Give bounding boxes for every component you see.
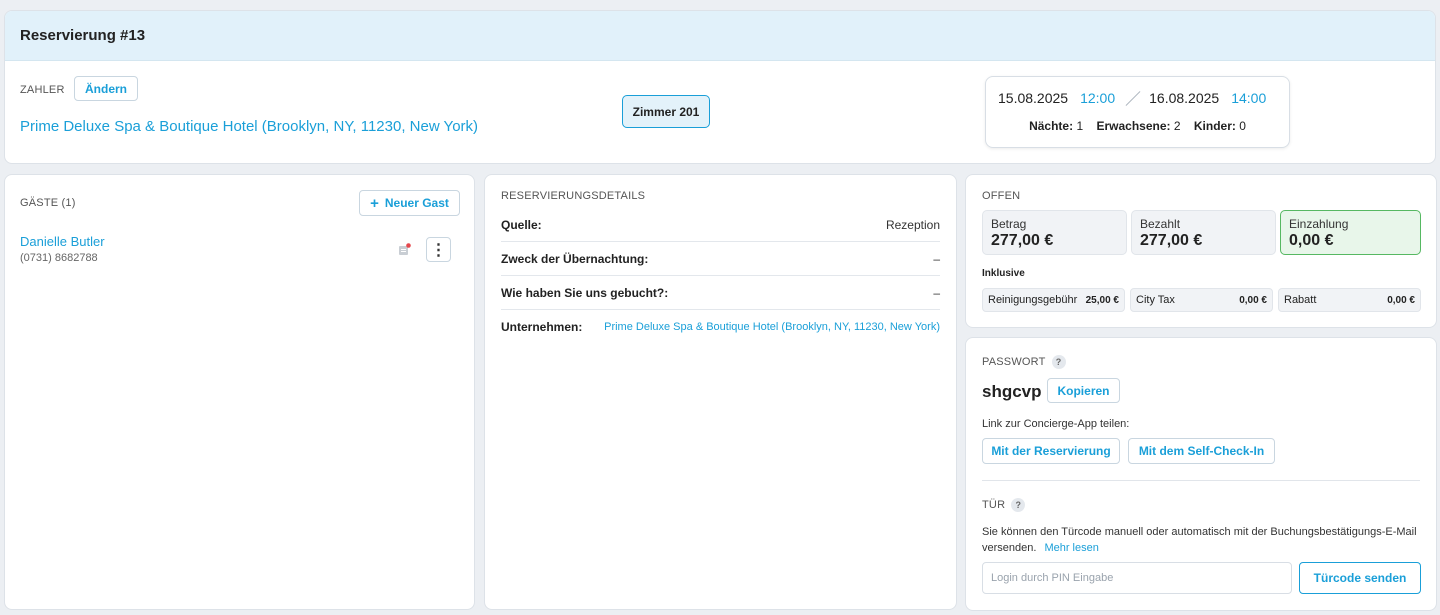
company-link[interactable]: Prime Deluxe Spa & Boutique Hotel (Brook…	[604, 321, 940, 333]
amount-label: Betrag	[991, 217, 1027, 231]
adults-value: 2	[1173, 119, 1181, 133]
children-label: Kinder:	[1193, 119, 1236, 133]
deposit-value: 0,00 €	[1289, 232, 1334, 249]
door-description: Sie können den Türcode manuell oder auto…	[982, 524, 1422, 556]
adults-label: Erwachsene:	[1096, 119, 1171, 133]
detail-row-purpose: Zweck der Übernachtung: –	[501, 242, 940, 276]
fee-label: City Tax	[1136, 294, 1175, 306]
fee-label: Reinigungsgebühr	[988, 294, 1078, 306]
detail-value: –	[933, 285, 940, 300]
detail-value: Rezeption	[885, 217, 940, 232]
guest-note-icon[interactable]	[398, 243, 411, 256]
door-help-icon[interactable]: ?	[1011, 498, 1026, 512]
payment-title: OFFEN	[982, 190, 1021, 202]
checkout-time: 14:00	[1231, 90, 1267, 106]
deposit-box[interactable]: Einzahlung 0,00 €	[1280, 210, 1421, 255]
guest-menu-button[interactable]: ⋮	[426, 237, 451, 262]
stay-dates-box[interactable]: 15.08.2025 12:00 16.08.2025 14:00 Nächte…	[985, 76, 1290, 148]
paid-label: Bezahlt	[1140, 217, 1181, 231]
children-value: 0	[1239, 119, 1246, 133]
reservation-details-card: RESERVIERUNGSDETAILS Quelle: Rezeption Z…	[484, 174, 957, 610]
fee-discount: Rabatt 0,00 €	[1278, 288, 1421, 312]
share-with-reservation-button[interactable]: Mit der Reservierung	[982, 438, 1120, 464]
read-more-link[interactable]: Mehr lesen	[1044, 542, 1098, 554]
amount-value: 277,00 €	[991, 232, 1054, 249]
detail-key: Zweck der Übernachtung:	[501, 251, 649, 266]
guests-card: GÄSTE (1) + Neuer Gast Danielle Butler (…	[4, 174, 475, 610]
pin-login-input[interactable]	[982, 562, 1292, 594]
copy-password-button[interactable]: Kopieren	[1047, 378, 1120, 403]
detail-value: –	[933, 251, 940, 266]
amount-box: Betrag 277,00 €	[982, 210, 1127, 255]
detail-row-company: Unternehmen: Prime Deluxe Spa & Boutique…	[501, 310, 940, 344]
stay-summary: Nächte: 1 Erwachsene: 2 Kinder: 0	[986, 119, 1289, 133]
fee-cleaning: Reinigungsgebühr 25,00 €	[982, 288, 1125, 312]
detail-row-booking-channel: Wie haben Sie uns gebucht?: –	[501, 276, 940, 310]
paid-box: Bezahlt 277,00 €	[1131, 210, 1276, 255]
fee-value: 0,00 €	[1239, 294, 1267, 306]
reservation-title: Reservierung #13	[5, 11, 1435, 61]
guest-name-link[interactable]: Danielle Butler	[20, 234, 105, 249]
checkin-time: 12:00	[1080, 90, 1116, 106]
payer-name-link[interactable]: Prime Deluxe Spa & Boutique Hotel (Brook…	[20, 118, 478, 135]
detail-key: Unternehmen:	[501, 320, 583, 334]
details-title: RESERVIERUNGSDETAILS	[501, 190, 646, 202]
date-range: 15.08.2025 12:00 16.08.2025 14:00	[998, 90, 1266, 106]
inclusive-label: Inklusive	[982, 268, 1025, 279]
checkout-date: 16.08.2025	[1149, 90, 1220, 106]
send-door-code-button[interactable]: Türcode senden	[1299, 562, 1421, 594]
deposit-label: Einzahlung	[1289, 217, 1349, 231]
password-help-icon[interactable]: ?	[1051, 355, 1066, 369]
password-title-row: PASSWORT ?	[982, 355, 1066, 369]
password-door-card: PASSWORT ? shgcvp Kopieren Link zur Conc…	[965, 337, 1437, 611]
door-title: TÜR	[982, 499, 1006, 511]
fee-value: 0,00 €	[1387, 294, 1415, 306]
new-guest-button[interactable]: + Neuer Gast	[359, 190, 460, 216]
fee-value: 25,00 €	[1085, 294, 1119, 306]
date-separator	[1125, 90, 1141, 106]
share-concierge-label: Link zur Concierge-App teilen:	[982, 418, 1130, 430]
password-value: shgcvp	[982, 382, 1042, 401]
payer-label: ZAHLER	[20, 84, 65, 96]
detail-key: Quelle:	[501, 217, 542, 232]
divider	[982, 480, 1420, 481]
nights-label: Nächte:	[1029, 119, 1074, 133]
detail-row-source: Quelle: Rezeption	[501, 208, 940, 242]
detail-key: Wie haben Sie uns gebucht?:	[501, 285, 669, 300]
nights-value: 1	[1076, 119, 1084, 133]
password-title: PASSWORT	[982, 356, 1046, 368]
payment-card: OFFEN Betrag 277,00 € Bezahlt 277,00 € E…	[965, 174, 1437, 328]
door-title-row: TÜR ?	[982, 498, 1026, 512]
new-guest-label: Neuer Gast	[384, 196, 449, 210]
reservation-header-card: Reservierung #13 ZAHLER Ändern Prime Del…	[4, 10, 1436, 164]
share-with-selfcheckin-button[interactable]: Mit dem Self-Check-In	[1128, 438, 1275, 464]
fee-label: Rabatt	[1284, 294, 1317, 306]
guest-phone: (0731) 8682788	[20, 252, 98, 264]
plus-icon: +	[370, 194, 379, 212]
paid-value: 277,00 €	[1140, 232, 1203, 249]
checkin-date: 15.08.2025	[998, 90, 1069, 106]
fee-city-tax: City Tax 0,00 €	[1130, 288, 1273, 312]
change-payer-button[interactable]: Ändern	[74, 76, 138, 101]
room-badge[interactable]: Zimmer 201	[622, 95, 710, 128]
guests-title: GÄSTE (1)	[20, 197, 76, 209]
